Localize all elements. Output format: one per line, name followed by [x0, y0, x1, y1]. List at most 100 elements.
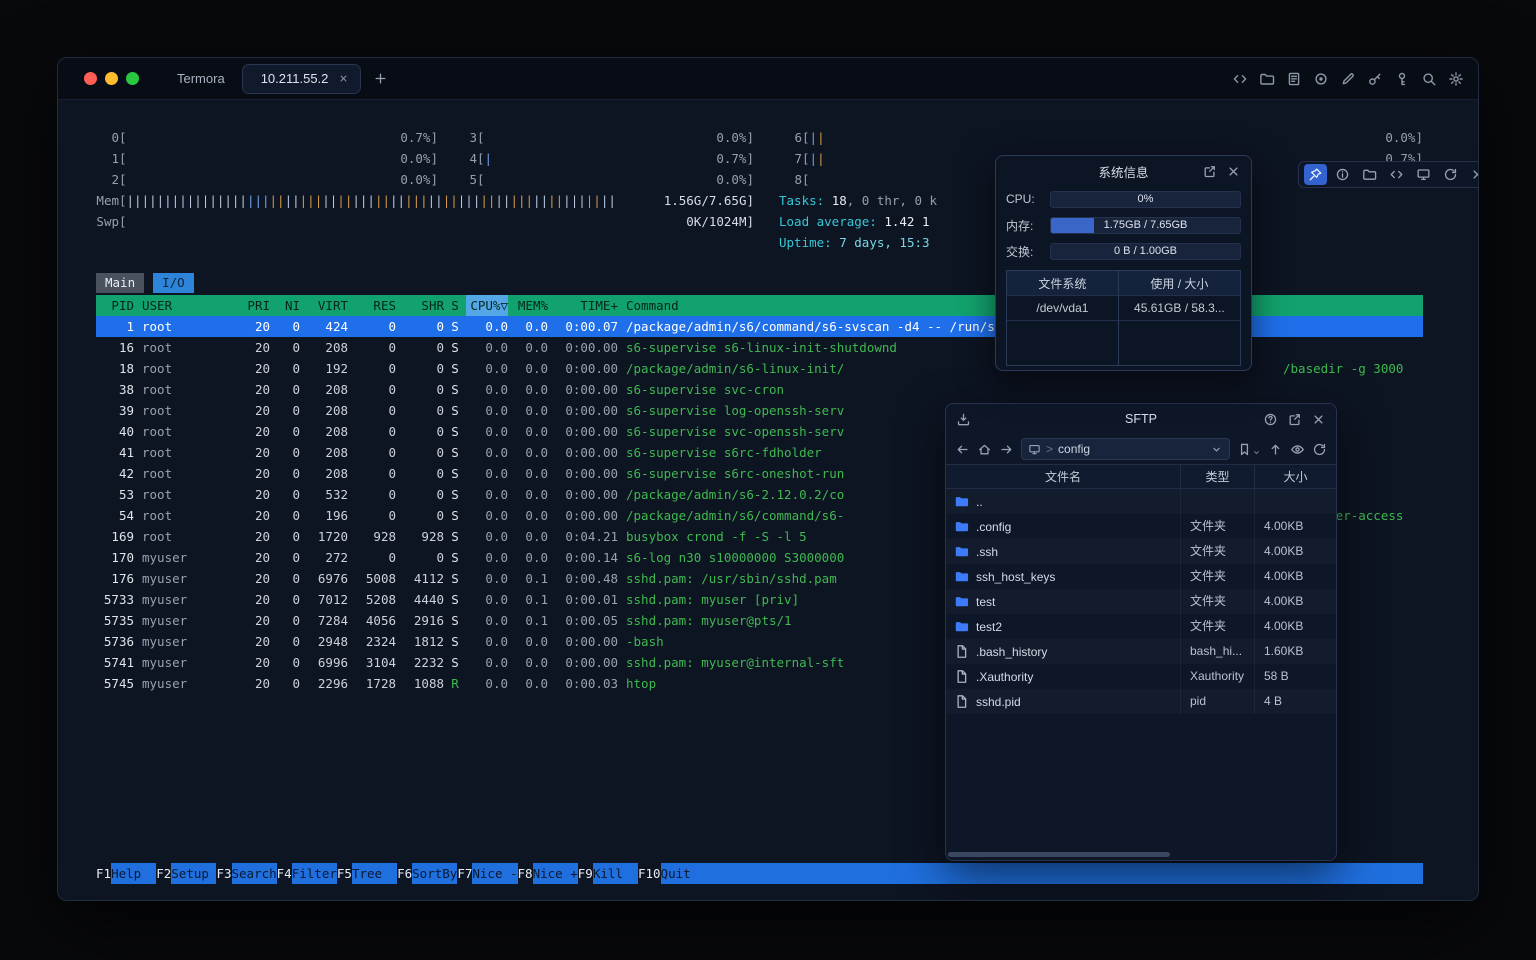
fkey-f8[interactable]: F8 — [518, 863, 533, 884]
file-row[interactable]: sshd.pidpid4 B — [946, 689, 1336, 714]
monitor-icon[interactable] — [1412, 164, 1435, 185]
help-icon[interactable] — [1263, 412, 1278, 427]
folder-icon[interactable] — [1259, 71, 1275, 87]
home-directory-icon[interactable] — [977, 442, 992, 457]
htop-tab-io[interactable]: I/O — [153, 273, 194, 293]
record-icon[interactable] — [1313, 71, 1329, 87]
file-row[interactable]: test文件夹4.00KB — [946, 589, 1336, 614]
fkey-label-sortby[interactable]: SortBy — [412, 863, 457, 884]
new-tab-button[interactable] — [373, 71, 388, 86]
code-icon[interactable] — [1385, 164, 1408, 185]
open-in-new-window-icon[interactable] — [1202, 164, 1217, 179]
file-size: 4.00KB — [1255, 614, 1336, 639]
column-header-s[interactable]: S — [444, 295, 466, 316]
forward-icon[interactable] — [999, 442, 1014, 457]
file-row[interactable]: ssh_host_keys文件夹4.00KB — [946, 564, 1336, 589]
close-sftp-icon[interactable] — [1311, 412, 1326, 427]
fs-column-header: 文件系统 — [1007, 271, 1119, 296]
fkey-f9[interactable]: F9 — [578, 863, 593, 884]
back-icon[interactable] — [955, 442, 970, 457]
cell-mem: 0.0 — [508, 652, 548, 673]
file-row[interactable]: .XauthorityXauthority58 B — [946, 664, 1336, 689]
chevron-down-icon[interactable] — [1210, 443, 1223, 456]
cell-user: root — [134, 337, 230, 358]
file-row[interactable]: .bash_historybash_hi...1.60KB — [946, 639, 1336, 664]
info-icon[interactable] — [1331, 164, 1354, 185]
fkey-label-tree[interactable]: Tree — [352, 863, 397, 884]
keymap-icon[interactable] — [1394, 71, 1410, 87]
file-row[interactable]: test2文件夹4.00KB — [946, 614, 1336, 639]
tab-ssh-host[interactable]: 10.211.55.2 — [242, 64, 362, 94]
tab-termora-home[interactable]: Termora — [159, 64, 236, 94]
fkey-label-setup[interactable]: Setup — [171, 863, 216, 884]
close-window-button[interactable] — [84, 72, 97, 85]
fkey-label-nice[interactable]: Nice + — [533, 863, 578, 884]
close-panel-icon[interactable] — [1226, 164, 1241, 179]
code-icon[interactable] — [1232, 71, 1248, 87]
column-header-mem[interactable]: MEM% — [508, 295, 548, 316]
show-hidden-files-icon[interactable] — [1290, 442, 1305, 457]
file-row[interactable]: .. — [946, 489, 1336, 514]
transfers-icon[interactable] — [956, 412, 971, 427]
cell-time: 0:00.01 — [548, 589, 618, 610]
htop-tab-main[interactable]: Main — [96, 273, 144, 293]
zoom-window-button[interactable] — [126, 72, 139, 85]
column-header-size[interactable]: 大小 — [1255, 465, 1336, 488]
refresh-icon[interactable] — [1312, 442, 1327, 457]
close-tab-icon[interactable] — [338, 73, 349, 84]
pin-icon[interactable] — [1304, 164, 1327, 185]
search-icon[interactable] — [1421, 71, 1437, 87]
folder-icon[interactable] — [1358, 164, 1381, 185]
cell-user: root — [134, 358, 230, 379]
fkey-label-quit[interactable]: Quit — [661, 863, 706, 884]
fkey-f4[interactable]: F4 — [277, 863, 292, 884]
column-header-type[interactable]: 类型 — [1181, 465, 1255, 488]
cell-time: 0:04.21 — [548, 526, 618, 547]
fkey-label-kill[interactable]: Kill — [593, 863, 638, 884]
column-header-cpu[interactable]: CPU%▽ — [466, 295, 508, 316]
fkey-f3[interactable]: F3 — [216, 863, 231, 884]
cell-cpu: 0.0 — [466, 631, 508, 652]
column-header-pri[interactable]: PRI — [230, 295, 270, 316]
refresh-icon[interactable] — [1439, 164, 1462, 185]
close-icon[interactable] — [1466, 164, 1479, 185]
parent-directory-icon[interactable] — [1268, 442, 1283, 457]
fkey-label-filter[interactable]: Filter — [292, 863, 337, 884]
column-header-user[interactable]: USER — [134, 295, 230, 316]
log-icon[interactable] — [1286, 71, 1302, 87]
cell-time: 0:00.05 — [548, 610, 618, 631]
key-icon[interactable] — [1367, 71, 1383, 87]
cell-mem: 0.1 — [508, 568, 548, 589]
edit-icon[interactable] — [1340, 71, 1356, 87]
cell-cpu: 0.0 — [466, 484, 508, 505]
fkey-label-search[interactable]: Search — [232, 863, 277, 884]
column-header-shr[interactable]: SHR — [396, 295, 444, 316]
fkey-f5[interactable]: F5 — [337, 863, 352, 884]
settings-icon[interactable] — [1448, 71, 1464, 87]
process-row[interactable]: 38root20020800S0.00.00:00.00s6-supervise… — [96, 379, 1423, 400]
minimize-window-button[interactable] — [105, 72, 118, 85]
fkey-label-nice[interactable]: Nice - — [472, 863, 517, 884]
column-header-pid[interactable]: PID — [96, 295, 134, 316]
usage-bar: 1.75GB / 7.65GB — [1050, 217, 1241, 234]
cell-mem: 0.1 — [508, 610, 548, 631]
column-header-name[interactable]: 文件名 — [946, 465, 1181, 488]
column-header-time[interactable]: TIME+ — [548, 295, 618, 316]
scrollbar-thumb[interactable] — [948, 852, 1170, 857]
file-row[interactable]: .config文件夹4.00KB — [946, 514, 1336, 539]
fkey-f10[interactable]: F10 — [638, 863, 661, 884]
fkey-f2[interactable]: F2 — [156, 863, 171, 884]
horizontal-scrollbar[interactable] — [946, 850, 1336, 860]
file-row[interactable]: .ssh文件夹4.00KB — [946, 539, 1336, 564]
file-size: 4.00KB — [1255, 539, 1336, 564]
bookmark-icon[interactable] — [1237, 442, 1261, 457]
column-header-res[interactable]: RES — [348, 295, 396, 316]
open-in-new-window-icon[interactable] — [1287, 412, 1302, 427]
column-header-virt[interactable]: VIRT — [300, 295, 348, 316]
fkey-f6[interactable]: F6 — [397, 863, 412, 884]
column-header-ni[interactable]: NI — [270, 295, 300, 316]
fkey-label-help[interactable]: Help — [111, 863, 156, 884]
fkey-f1[interactable]: F1 — [96, 863, 111, 884]
path-breadcrumb[interactable]: > config — [1021, 438, 1230, 460]
fkey-f7[interactable]: F7 — [457, 863, 472, 884]
